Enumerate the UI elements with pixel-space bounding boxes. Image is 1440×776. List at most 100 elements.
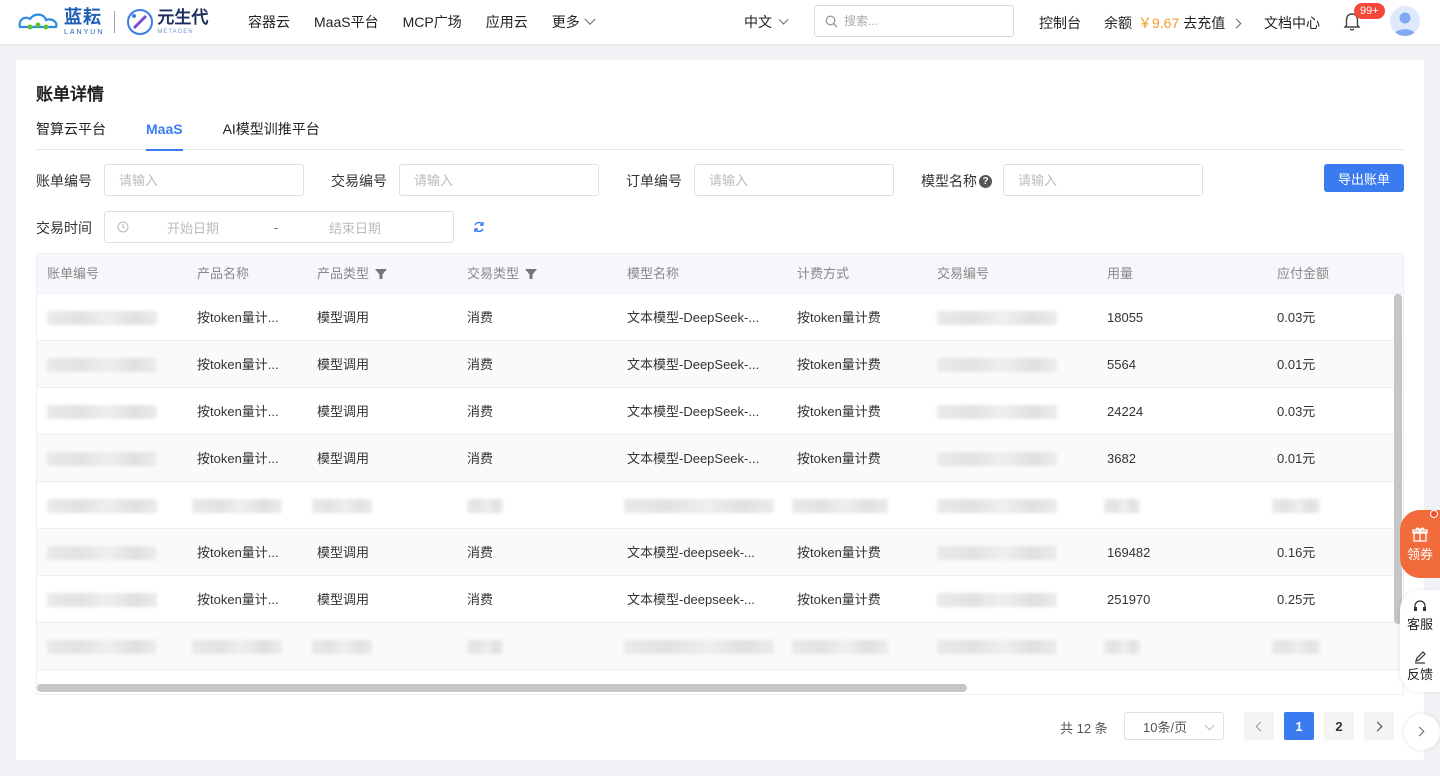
page-title: 账单详情 [36, 85, 104, 104]
user-avatar[interactable] [1390, 6, 1420, 36]
brand-logo[interactable]: 蓝耘 LANYUN 元生代 METAGEN [16, 6, 208, 38]
tab-ai-training[interactable]: AI模型训推平台 [223, 118, 320, 150]
trade-type-cell: 消费 [467, 404, 494, 419]
billing-method-cell: 按token量计费 [797, 310, 881, 325]
redacted-cell [312, 640, 372, 654]
language-selector[interactable]: 中文 [744, 12, 789, 32]
table-row [37, 482, 1403, 529]
amount-cell: 0.16元 [1277, 545, 1316, 560]
nav-more-label: 更多 [551, 14, 580, 30]
lanyun-wordmark: 蓝耘 LANYUN [64, 6, 105, 36]
model-name-cell: 文本模型-DeepSeek-... [627, 451, 760, 466]
nav-item-app-cloud[interactable]: 应用云 [486, 12, 528, 32]
nav-item-container-cloud[interactable]: 容器云 [248, 12, 290, 32]
redacted-cell [1272, 640, 1320, 654]
edit-icon [1415, 651, 1426, 664]
redacted-cell [467, 499, 503, 513]
filter-funnel-icon[interactable] [525, 268, 538, 280]
table-row: 按token量计... 模型调用 消费 文本模型-DeepSeek-... 按token… [37, 435, 1403, 482]
tab-maas[interactable]: MaaS [146, 118, 183, 151]
console-link[interactable]: 控制台 [1039, 13, 1081, 33]
table-row: 按token量计... 模型调用 消费 文本模型-DeepSeek-... 按token… [37, 388, 1403, 435]
search-input[interactable] [844, 14, 1004, 28]
product-name-cell: 按token量计... [197, 545, 279, 560]
usage-cell: 251970 [1107, 592, 1151, 607]
next-page-button[interactable] [1364, 712, 1394, 740]
customer-service-button[interactable]: 客服 [1400, 600, 1440, 633]
lanyun-logo-icon [18, 13, 58, 30]
redacted-trade-no [937, 405, 1057, 419]
model-name-label: 模型名称 ? [921, 171, 992, 191]
trade-no-label: 交易编号 [331, 173, 387, 189]
metagen-logo-icon [127, 9, 154, 35]
redacted-bill-no [47, 405, 157, 419]
product-name-cell: 按token量计... [197, 404, 279, 419]
coupon-widget[interactable]: 领券 [1400, 510, 1440, 578]
vertical-scrollbar[interactable] [1394, 294, 1402, 624]
amount-cell: 0.01元 [1277, 357, 1316, 372]
col-header-product-name: 产品名称 [197, 266, 250, 281]
product-type-cell: 模型调用 [317, 404, 370, 419]
redacted-trade-no [937, 358, 1057, 372]
model-name-cell: 文本模型-DeepSeek-... [627, 310, 760, 325]
billing-method-cell: 按token量计费 [797, 357, 881, 372]
usage-cell: 5564 [1107, 357, 1136, 372]
page-button-2[interactable]: 2 [1324, 712, 1354, 740]
chevron-right-icon [1372, 721, 1383, 731]
end-date-input[interactable]: 结束日期 [329, 218, 381, 237]
product-type-cell: 模型调用 [317, 592, 370, 607]
redacted-bill-no [47, 452, 157, 466]
billing-method-cell: 按token量计费 [797, 592, 881, 607]
chevron-down-icon [778, 14, 789, 25]
bill-no-input[interactable] [104, 164, 304, 196]
top-navigation-bar: 蓝耘 LANYUN 元生代 METAGEN 容器云 MaaS平台 MCP广场 应… [0, 0, 1440, 44]
prev-page-button[interactable] [1244, 712, 1274, 740]
trade-type-cell: 消费 [467, 592, 494, 607]
nav-item-more[interactable]: 更多 [551, 12, 596, 32]
tab-compute-cloud[interactable]: 智算云平台 [36, 118, 106, 150]
chevron-right-icon [1231, 18, 1242, 28]
col-header-bill-no: 账单编号 [47, 266, 100, 281]
help-icon[interactable]: ? [979, 174, 992, 188]
page-size-value: 10条/页 [1143, 719, 1188, 735]
balance-widget[interactable]: 余额 ￥9.67 去充值 [1104, 13, 1242, 33]
bill-no-label: 账单编号 [36, 173, 92, 189]
amount-cell: 0.03元 [1277, 404, 1316, 419]
col-header-usage: 用量 [1107, 266, 1134, 281]
filter-funnel-icon[interactable] [375, 268, 388, 280]
col-header-product-type-label: 产品类型 [317, 266, 370, 281]
side-collapse-button[interactable] [1404, 714, 1440, 750]
coupon-label: 领券 [1406, 546, 1433, 562]
recharge-link[interactable]: 去充值 [1183, 13, 1225, 33]
feedback-button[interactable]: 反馈 [1400, 650, 1440, 683]
bill-table: 账单编号 产品名称 产品类型 交易类型 模型名称 计费方式 交易编号 用量 应付… [36, 253, 1404, 695]
redacted-cell [624, 499, 774, 513]
model-name-input[interactable] [1003, 164, 1203, 196]
export-bill-button[interactable]: 导出账单 [1324, 164, 1404, 192]
model-name-cell: 文本模型-DeepSeek-... [627, 404, 760, 419]
redacted-cell [192, 499, 282, 513]
docs-link[interactable]: 文档中心 [1264, 13, 1320, 33]
trade-no-input[interactable] [399, 164, 599, 196]
product-name-cell: 按token量计... [197, 592, 279, 607]
horizontal-scrollbar[interactable] [37, 684, 967, 692]
redacted-cell [467, 640, 503, 654]
order-no-input[interactable] [694, 164, 894, 196]
table-row: 按token量计... 模型调用 消费 文本模型-DeepSeek-... 按token… [37, 341, 1403, 388]
page-size-select[interactable]: 10条/页 [1124, 712, 1224, 740]
amount-cell: 0.01元 [1277, 451, 1316, 466]
search-icon [825, 15, 838, 27]
billing-method-cell: 按token量计费 [797, 451, 881, 466]
language-label: 中文 [744, 14, 772, 30]
nav-item-maas[interactable]: MaaS平台 [314, 12, 379, 32]
product-type-cell: 模型调用 [317, 451, 370, 466]
page-button-1[interactable]: 1 [1284, 712, 1314, 740]
redacted-cell [792, 640, 888, 654]
start-date-input[interactable]: 开始日期 [167, 218, 219, 237]
user-icon [1394, 12, 1416, 36]
chevron-left-icon [1255, 721, 1266, 731]
refresh-icon[interactable] [472, 220, 486, 234]
trade-time-range-picker[interactable]: 开始日期 - 结束日期 [104, 211, 454, 243]
nav-item-mcp[interactable]: MCP广场 [403, 12, 462, 32]
clock-icon [117, 221, 129, 233]
